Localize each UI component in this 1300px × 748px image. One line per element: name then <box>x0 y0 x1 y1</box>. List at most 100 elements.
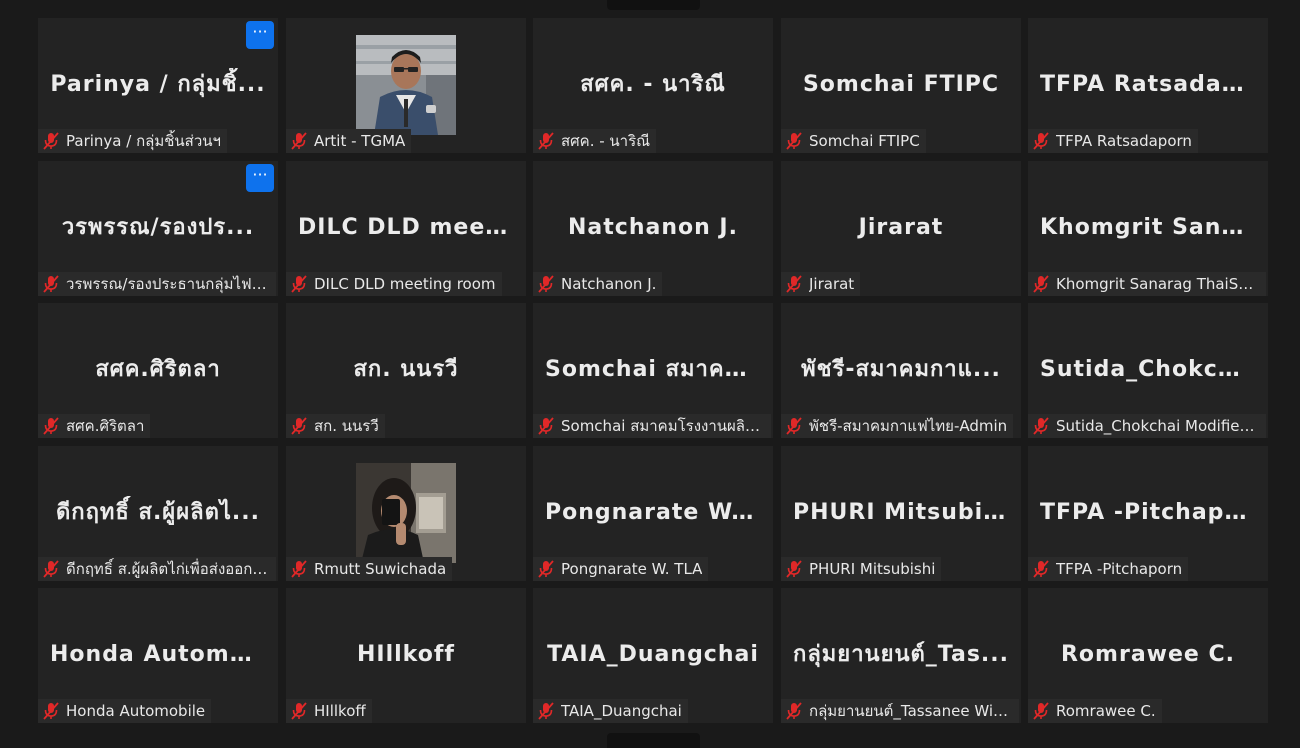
participant-name-bar: วรพรรณ/รองประธานกลุ่มไฟฟ้าฯ <box>38 272 276 296</box>
participant-name-label: Romrawee C. <box>1056 702 1156 720</box>
participant-tile[interactable]: ดีกฤทธิ์ ส.ผู้ผลิตไ... ดีกฤทธิ์ ส.ผู้ผลิต… <box>38 446 278 581</box>
participant-display-name: Romrawee C. <box>1060 642 1235 667</box>
bottom-page-tab[interactable] <box>607 733 700 748</box>
participant-name-bar: HIllkoff <box>286 699 372 723</box>
participant-name-label: ดีกฤทธิ์ ส.ผู้ผลิตไก่เพื่อส่งออกไทย <box>66 560 270 578</box>
microphone-muted-icon <box>291 702 307 720</box>
participant-name-label: พัชรี-สมาคมกาแฟไทย-Admin <box>809 417 1008 435</box>
participant-display-name: DILC DLD meeti... <box>298 215 514 240</box>
participant-tile[interactable]: Parinya / กลุ่มชิ้... Parinya / กลุ่มชิ้น… <box>38 18 278 153</box>
microphone-muted-icon <box>538 560 554 578</box>
microphone-muted-icon <box>291 132 307 150</box>
participant-name-label: Sutida_Chokchai Modified St... <box>1056 417 1260 435</box>
participant-tile[interactable]: Romrawee C. Romrawee C. <box>1028 588 1268 723</box>
participant-tile[interactable]: Pongnarate W.... Pongnarate W. TLA <box>533 446 773 581</box>
microphone-muted-icon <box>786 702 802 720</box>
participant-name-bar: Honda Automobile <box>38 699 212 723</box>
participant-name-label: Pongnarate W. TLA <box>561 560 703 578</box>
participant-tile[interactable]: สก. นนรวี สก. นนรวี <box>286 303 526 438</box>
microphone-muted-icon <box>538 132 554 150</box>
participant-display-name: สก. นนรวี <box>353 357 459 382</box>
participant-tile[interactable]: Somchai FTIPC Somchai FTIPC <box>781 18 1021 153</box>
participant-tile[interactable]: TFPA Ratsadapo... TFPA Ratsadaporn <box>1028 18 1268 153</box>
participant-tile[interactable]: Rmutt Suwichada <box>286 446 526 581</box>
participant-display-name: Parinya / กลุ่มชิ้... <box>50 72 266 97</box>
participant-name-bar: Pongnarate W. TLA <box>533 557 709 581</box>
participant-display-name: ดีกฤทธิ์ ส.ผู้ผลิตไ... <box>56 500 260 525</box>
participant-name-bar: ดีกฤทธิ์ ส.ผู้ผลิตไก่เพื่อส่งออกไทย <box>38 557 276 581</box>
participant-tile[interactable]: Honda Automo... Honda Automobile <box>38 588 278 723</box>
participant-name-label: Artit - TGMA <box>314 132 406 150</box>
participant-tile[interactable]: Sutida_Chokcha... Sutida_Chokchai Modifie… <box>1028 303 1268 438</box>
participant-tile[interactable]: วรพรรณ/รองปร... วรพรรณ/รองประธานกลุ่มไฟฟ้… <box>38 161 278 296</box>
participant-name-bar: Somchai FTIPC <box>781 129 926 153</box>
participant-name-label: Honda Automobile <box>66 702 206 720</box>
participant-tile[interactable]: PHURI Mitsubishi PHURI Mitsubishi <box>781 446 1021 581</box>
participant-tile[interactable]: TFPA -Pitchaporn TFPA -Pitchaporn <box>1028 446 1268 581</box>
participant-display-name: TAIA_Duangchai <box>547 642 759 667</box>
participant-video <box>356 463 456 563</box>
participant-tile[interactable]: สศค.ศิริตลา สศค.ศิริตลา <box>38 303 278 438</box>
top-view-toggle-tab[interactable] <box>607 0 700 10</box>
microphone-muted-icon <box>43 560 59 578</box>
microphone-muted-icon <box>291 560 307 578</box>
participant-name-bar: Artit - TGMA <box>286 129 412 153</box>
participant-tile[interactable]: กลุ่มยานยนต์_Tas... กลุ่มยานยนต์_Tassanee… <box>781 588 1021 723</box>
participant-name-bar: สศค.ศิริตลา <box>38 414 151 438</box>
participant-tile[interactable]: สศค. - นาริณี สศค. - นาริณี <box>533 18 773 153</box>
participant-name-label: สศค.ศิริตลา <box>66 417 145 435</box>
microphone-muted-icon <box>1033 560 1049 578</box>
participant-name-bar: Sutida_Chokchai Modified St... <box>1028 414 1266 438</box>
more-options-button[interactable]: ··· <box>246 164 274 192</box>
participant-name-label: กลุ่มยานยนต์_Tassanee Wiwat... <box>809 702 1013 720</box>
microphone-muted-icon <box>291 417 307 435</box>
microphone-muted-icon <box>43 132 59 150</box>
microphone-muted-icon <box>1033 702 1049 720</box>
participant-name-bar: Romrawee C. <box>1028 699 1162 723</box>
participant-name-bar: Somchai สมาคมโรงงานผลิตภั... <box>533 414 771 438</box>
more-options-button[interactable]: ··· <box>246 21 274 49</box>
participant-display-name: Khomgrit Sanar... <box>1040 215 1256 240</box>
participant-name-bar: สศค. - นาริณี <box>533 129 657 153</box>
participant-name-bar: Jirarat <box>781 272 861 296</box>
participant-display-name: วรพรรณ/รองปร... <box>61 215 255 240</box>
participant-display-name: สศค.ศิริตลา <box>95 357 221 382</box>
microphone-muted-icon <box>43 275 59 293</box>
participant-display-name: Natchanon J. <box>568 215 738 240</box>
participant-name-bar: Parinya / กลุ่มชิ้นส่วนฯ <box>38 129 227 153</box>
participant-tile[interactable]: พัชรี-สมาคมกาแ... พัชรี-สมาคมกาแฟไทย-Admi… <box>781 303 1021 438</box>
participant-name-label: สศค. - นาริณี <box>561 132 651 150</box>
microphone-muted-icon <box>291 275 307 293</box>
participant-name-label: Somchai สมาคมโรงงานผลิตภั... <box>561 417 765 435</box>
participant-name-bar: TFPA Ratsadaporn <box>1028 129 1198 153</box>
participant-tile[interactable]: Jirarat Jirarat <box>781 161 1021 296</box>
microphone-muted-icon <box>1033 417 1049 435</box>
participant-display-name: Pongnarate W.... <box>545 500 761 525</box>
participant-display-name: Honda Automo... <box>50 642 266 667</box>
participant-name-label: Natchanon J. <box>561 275 657 293</box>
participant-tile[interactable]: Natchanon J. Natchanon J. <box>533 161 773 296</box>
microphone-muted-icon <box>786 560 802 578</box>
participant-name-bar: Rmutt Suwichada <box>286 557 453 581</box>
microphone-muted-icon <box>786 275 802 293</box>
participant-name-bar: DILC DLD meeting room <box>286 272 502 296</box>
participant-tile[interactable]: Somchai สมาคม... Somchai สมาคมโรงงานผลิตภ… <box>533 303 773 438</box>
participant-name-label: TFPA Ratsadaporn <box>1056 132 1192 150</box>
microphone-muted-icon <box>786 132 802 150</box>
participant-name-bar: TAIA_Duangchai <box>533 699 688 723</box>
participant-name-label: Khomgrit Sanarag ThaiShri... <box>1056 275 1260 293</box>
participant-name-bar: Khomgrit Sanarag ThaiShri... <box>1028 272 1266 296</box>
participant-display-name: Sutida_Chokcha... <box>1040 357 1256 382</box>
participant-display-name: Somchai FTIPC <box>802 72 1000 97</box>
microphone-muted-icon <box>538 275 554 293</box>
participant-name-label: TAIA_Duangchai <box>561 702 682 720</box>
participant-tile[interactable]: TAIA_Duangchai TAIA_Duangchai <box>533 588 773 723</box>
participant-tile[interactable]: Artit - TGMA <box>286 18 526 153</box>
microphone-muted-icon <box>538 702 554 720</box>
participant-tile[interactable]: HIllkoff HIllkoff <box>286 588 526 723</box>
participant-display-name: Somchai สมาคม... <box>545 357 761 382</box>
participant-tile[interactable]: Khomgrit Sanar... Khomgrit Sanarag ThaiSh… <box>1028 161 1268 296</box>
participant-tile[interactable]: DILC DLD meeti... DILC DLD meeting room <box>286 161 526 296</box>
participant-display-name: TFPA Ratsadapo... <box>1040 72 1256 97</box>
microphone-muted-icon <box>1033 132 1049 150</box>
